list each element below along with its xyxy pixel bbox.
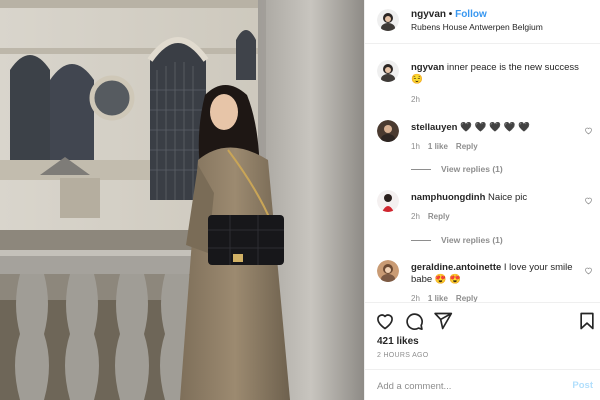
comment-time: 1h [411,142,420,151]
comment-username[interactable]: namphuongdinh [411,192,485,203]
likes-count[interactable]: 421 likes [377,336,419,347]
view-replies-button[interactable]: View replies (1) [411,164,503,174]
view-replies-label: View replies (1) [441,164,503,174]
heart-icon[interactable] [375,311,395,331]
caption-time: 2h [411,95,420,104]
view-replies-button[interactable]: View replies (1) [411,235,503,245]
caption-username[interactable]: ngyvan [411,62,444,73]
post-header: ngyvan • Follow Rubens House Antwerpen B… [365,0,600,44]
comment-text: geraldine.antoinette I love your smile b… [411,262,583,286]
share-icon[interactable] [433,311,453,331]
comment-text: stellauyen 🖤 🖤 🖤 🖤 🖤 [411,122,583,134]
comment-like-heart-icon[interactable] [584,126,593,135]
author-username[interactable]: ngyvan [411,9,446,20]
post-actions: 421 likes 2 HOURS AGO Post [365,302,600,400]
photo-image [0,0,364,400]
location-link[interactable]: Rubens House Antwerpen Belgium [411,22,543,32]
comment-username[interactable]: stellauyen [411,122,457,133]
reply-button[interactable]: Reply [456,142,478,151]
reply-button[interactable]: Reply [456,294,478,302]
comment-text: namphuongdinh Naice pic [411,192,583,204]
replies-line [411,169,431,171]
comment-body: 🖤 🖤 🖤 🖤 🖤 [460,122,530,133]
post-side-panel: ngyvan • Follow Rubens House Antwerpen B… [364,0,600,400]
comment-like-heart-icon[interactable] [584,196,593,205]
author-username-line: ngyvan • Follow [411,9,487,20]
comments-list[interactable]: ngyvan inner peace is the new success 😌 … [365,44,600,302]
author-avatar[interactable] [377,9,399,31]
caption-avatar[interactable] [377,60,399,82]
post-timestamp[interactable]: 2 HOURS AGO [377,352,429,359]
post-photo[interactable] [0,0,364,400]
comment-likes[interactable]: 1 like [428,142,448,151]
commenter-avatar[interactable] [377,190,399,212]
comment-time: 2h [411,212,420,221]
follow-button[interactable]: Follow [455,9,487,20]
comment-meta: 2h Reply [411,212,450,221]
add-comment-bar: Post [365,369,600,400]
comment-body: Naice pic [488,192,528,203]
caption-text: ngyvan inner peace is the new success 😌 [411,62,583,86]
comment-time: 2h [411,294,420,302]
comment-meta: 2h 1 like Reply [411,294,478,302]
bookmark-icon[interactable] [577,311,597,331]
reply-button[interactable]: Reply [428,212,450,221]
comment-like-heart-icon[interactable] [584,266,593,275]
comment-likes[interactable]: 1 like [428,294,448,302]
replies-line [411,240,431,242]
comment-icon[interactable] [404,311,424,331]
view-replies-label: View replies (1) [441,235,503,245]
separator-dot: • [448,9,453,20]
comment-username[interactable]: geraldine.antoinette [411,262,501,273]
commenter-avatar[interactable] [377,120,399,142]
comment-input[interactable] [377,379,547,393]
post-button[interactable]: Post [572,380,593,391]
commenter-avatar[interactable] [377,260,399,282]
comment-meta: 1h 1 like Reply [411,142,478,151]
